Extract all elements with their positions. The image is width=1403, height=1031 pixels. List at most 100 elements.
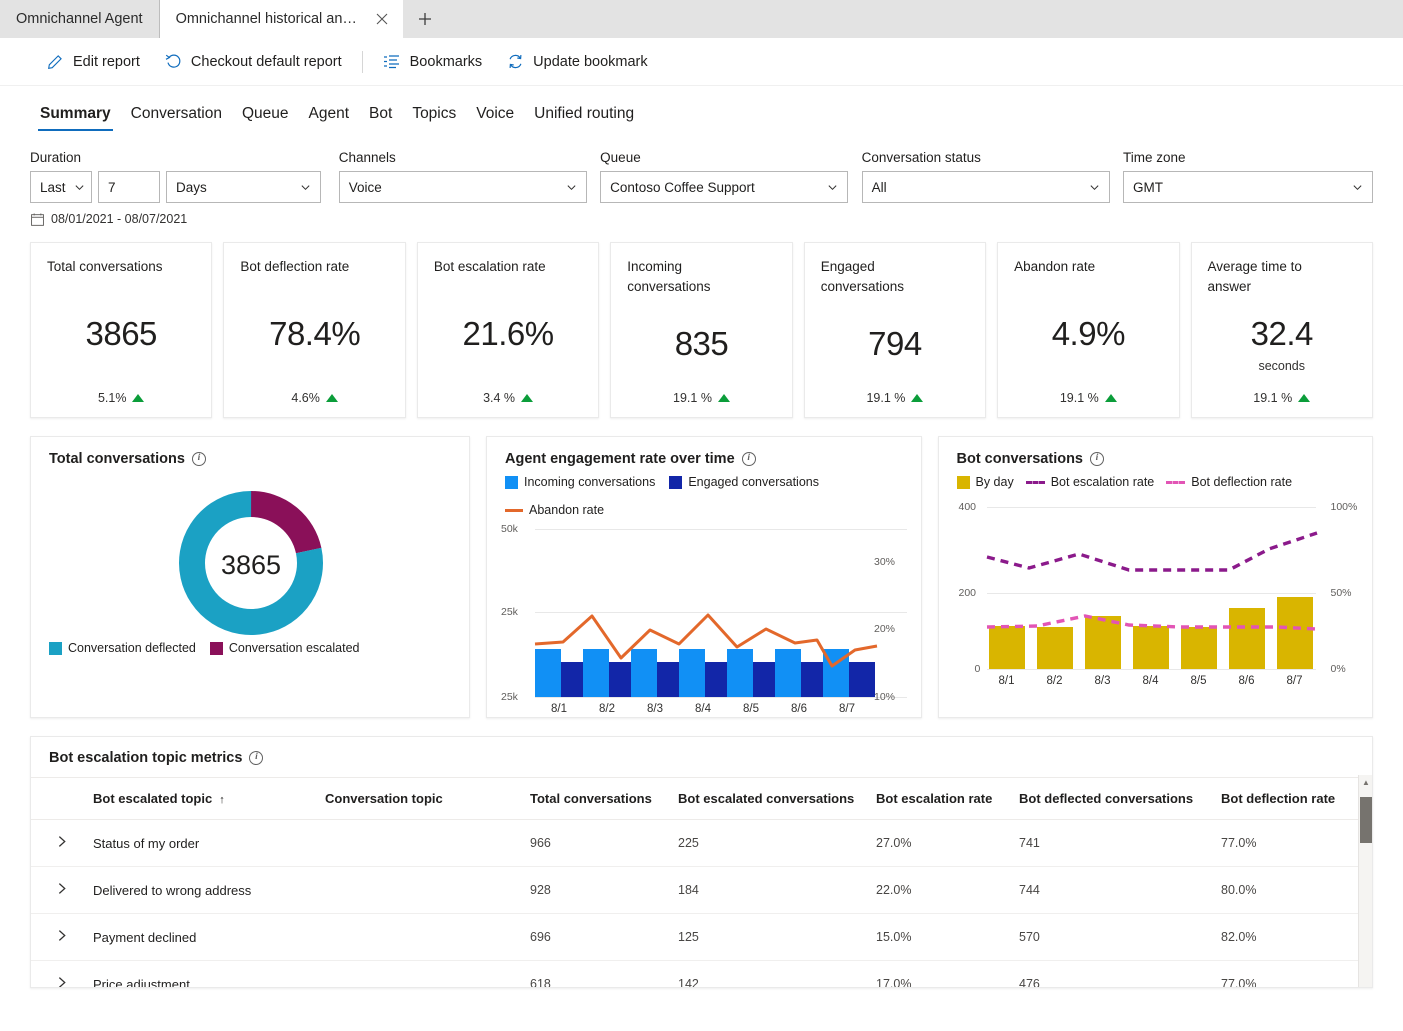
kpi-card-average-time-to-answer[interactable]: Average time to answer 32.4 seconds 19.1… (1191, 242, 1373, 418)
kpi-title: Average time to answer (1208, 257, 1328, 296)
duration-relative-dropdown[interactable]: Last (30, 171, 92, 203)
kpi-title: Engaged conversations (821, 257, 941, 296)
browser-tab-omnichannel-agent[interactable]: Omnichannel Agent (0, 0, 160, 38)
column-header-bot-deflection-rate[interactable]: Bot deflection rate (1221, 778, 1372, 820)
tab-queue[interactable]: Queue (232, 105, 299, 133)
column-header-label: Bot escalated conversations (678, 791, 854, 806)
kpi-card-engaged-conversations[interactable]: Engaged conversations 794 19.1 % (804, 242, 986, 418)
bar-by-day-7[interactable] (1277, 597, 1313, 669)
kpi-delta: 19.1 % (866, 391, 905, 405)
info-icon[interactable]: i (742, 452, 756, 466)
queue-filter-group: Queue Contoso Coffee Support (600, 150, 861, 203)
tab-conversation[interactable]: Conversation (121, 105, 232, 133)
bar-incoming-6[interactable] (775, 649, 801, 697)
bar-by-day-6[interactable] (1229, 608, 1265, 669)
date-range-text: 08/01/2021 - 08/07/2021 (51, 212, 187, 226)
scrollbar-thumb[interactable] (1360, 797, 1372, 843)
kpi-card-abandon-rate[interactable]: Abandon rate 4.9% 19.1 % (997, 242, 1179, 418)
bar-incoming-7[interactable] (823, 649, 849, 697)
column-header-bot-escalation-rate[interactable]: Bot escalation rate (876, 778, 1019, 820)
legend-item-by-day[interactable]: By day (957, 475, 1014, 489)
tab-agent[interactable]: Agent (299, 105, 360, 133)
expand-row-button[interactable] (31, 820, 93, 867)
duration-unit-dropdown[interactable]: Days (166, 171, 321, 203)
new-tab-button[interactable] (403, 0, 447, 38)
legend-item-conversation-deflected[interactable]: Conversation deflected (49, 641, 196, 655)
bar-engaged-7[interactable] (849, 662, 875, 697)
kpi-value: 835 (675, 325, 729, 363)
legend-label: Conversation escalated (229, 641, 360, 655)
bar-by-day-2[interactable] (1037, 627, 1073, 669)
kpi-card-incoming-conversations[interactable]: Incoming conversations 835 19.1 % (610, 242, 792, 418)
bar-by-day-1[interactable] (989, 626, 1025, 669)
bar-incoming-4[interactable] (679, 649, 705, 697)
table-row[interactable]: Delivered to wrong address 928 184 22.0%… (31, 867, 1372, 914)
duration-amount-input[interactable]: 7 (98, 171, 160, 203)
update-bookmark-button[interactable]: Update bookmark (494, 46, 659, 78)
sort-ascending-icon: ↑ (219, 794, 225, 806)
tab-bot[interactable]: Bot (359, 105, 402, 133)
legend-item-abandon-rate[interactable]: Abandon rate (505, 503, 604, 517)
bar-incoming-5[interactable] (727, 649, 753, 697)
table-row[interactable]: Status of my order 966 225 27.0% 741 77.… (31, 820, 1372, 867)
conversation-status-label: Conversation status (862, 150, 1123, 165)
checkout-default-report-button[interactable]: Checkout default report (152, 46, 354, 78)
tab-voice[interactable]: Voice (466, 105, 524, 133)
column-header-total-conversations[interactable]: Total conversations (530, 778, 678, 820)
kpi-card-total-conversations[interactable]: Total conversations 3865 5.1% (30, 242, 212, 418)
column-header-bot-escalated-conversations[interactable]: Bot escalated conversations (678, 778, 876, 820)
kpi-card-bot-escalation-rate[interactable]: Bot escalation rate 21.6% 3.4 % (417, 242, 599, 418)
legend-item-bot-deflection-rate[interactable]: Bot deflection rate (1166, 475, 1292, 489)
timezone-dropdown[interactable]: GMT (1123, 171, 1373, 203)
x-axis-label-5: 8/6 (775, 703, 823, 715)
bar-incoming-1[interactable] (535, 649, 561, 697)
legend-item-bot-escalation-rate[interactable]: Bot escalation rate (1026, 475, 1155, 489)
kpi-value: 794 (868, 325, 922, 363)
card-bot-escalation-topic-metrics: Bot escalation topic metrics i Bot escal… (30, 736, 1373, 988)
conversation-status-dropdown[interactable]: All (862, 171, 1110, 203)
bar-by-day-5[interactable] (1181, 627, 1217, 669)
queue-dropdown[interactable]: Contoso Coffee Support (600, 171, 848, 203)
column-header-bot-deflected-conversations[interactable]: Bot deflected conversations (1019, 778, 1221, 820)
info-icon[interactable]: i (249, 751, 263, 765)
tab-topics[interactable]: Topics (402, 105, 466, 133)
duration-relative-value: Last (40, 180, 66, 195)
scroll-up-arrow-icon[interactable]: ▲ (1359, 778, 1373, 787)
y-axis-label-right-0: 30% (874, 556, 895, 568)
legend-item-conversation-escalated[interactable]: Conversation escalated (210, 641, 360, 655)
bot-card-title: Bot conversations i (939, 437, 1373, 467)
info-icon[interactable]: i (192, 452, 206, 466)
close-icon[interactable] (371, 8, 393, 30)
bar-incoming-3[interactable] (631, 649, 657, 697)
tab-unified-routing[interactable]: Unified routing (524, 105, 644, 133)
table-row[interactable]: Payment declined 696 125 15.0% 570 82.0% (31, 914, 1372, 961)
bar-incoming-2[interactable] (583, 649, 609, 697)
cell-bot-escalation-rate: 27.0% (876, 820, 1019, 867)
kpi-card-bot-deflection-rate[interactable]: Bot deflection rate 78.4% 4.6% (223, 242, 405, 418)
expand-row-button[interactable] (31, 961, 93, 989)
browser-tab-omnichannel-historical[interactable]: Omnichannel historical ana... (160, 0, 403, 38)
bar-by-day-4[interactable] (1133, 626, 1169, 669)
timezone-label: Time zone (1123, 150, 1373, 165)
channels-dropdown[interactable]: Voice (339, 171, 587, 203)
duration-filter-group: Duration Last 7 Days (30, 150, 339, 203)
bar-by-day-3[interactable] (1085, 616, 1121, 669)
column-header-conversation-topic[interactable]: Conversation topic (325, 778, 530, 820)
x-axis-label-0: 8/1 (989, 675, 1025, 687)
table-row[interactable]: Price adjustment 618 142 17.0% 476 77.0% (31, 961, 1372, 989)
expand-row-button[interactable] (31, 867, 93, 914)
bookmarks-button[interactable]: Bookmarks (371, 46, 495, 78)
edit-report-button[interactable]: Edit report (34, 46, 152, 78)
expand-row-button[interactable] (31, 914, 93, 961)
cell-bot-escalated-conversations: 142 (678, 961, 876, 989)
legend-item-incoming-conversations[interactable]: Incoming conversations (505, 475, 655, 489)
legend-swatch-teal (49, 642, 62, 655)
info-icon[interactable]: i (1090, 452, 1104, 466)
table-vertical-scrollbar[interactable]: ▲ (1358, 775, 1372, 987)
legend-item-engaged-conversations[interactable]: Engaged conversations (669, 475, 819, 489)
column-header-bot-escalated-topic[interactable]: Bot escalated topic↑ (93, 778, 325, 820)
column-header-label: Conversation topic (325, 791, 443, 806)
tab-summary[interactable]: Summary (30, 105, 121, 133)
kpi-value: 4.9% (1052, 315, 1125, 353)
pencil-icon (46, 53, 64, 71)
